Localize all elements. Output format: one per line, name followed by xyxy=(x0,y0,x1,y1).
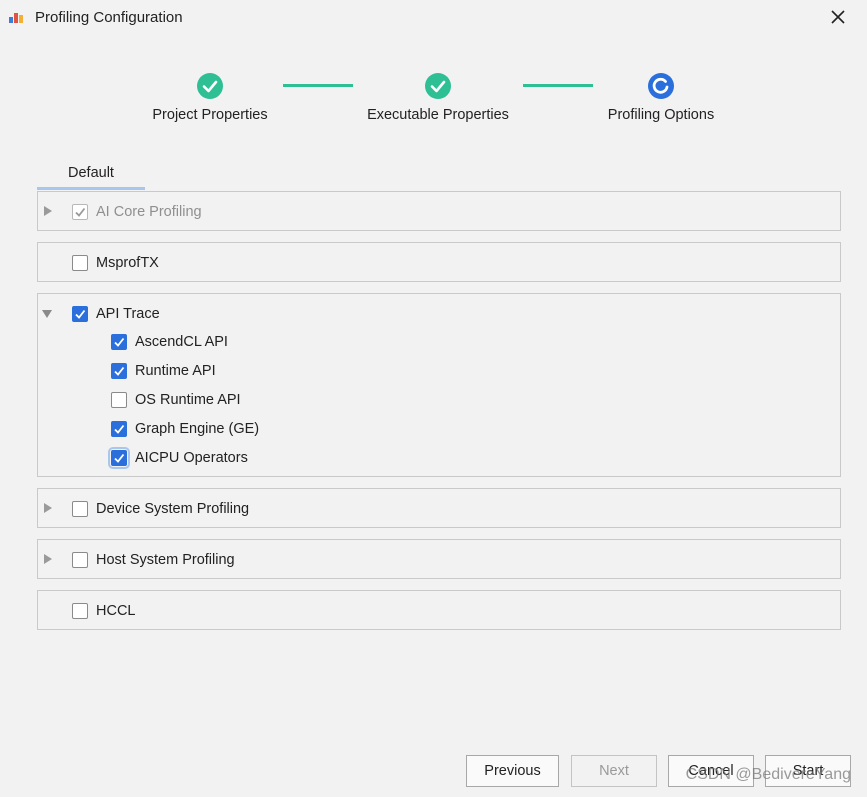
tab-default[interactable]: Default xyxy=(37,158,145,190)
step-label: Executable Properties xyxy=(367,107,509,123)
checkbox[interactable] xyxy=(72,552,88,568)
panel-hccl: HCCL xyxy=(37,590,841,630)
checkbox[interactable] xyxy=(111,392,127,408)
checkbox[interactable] xyxy=(72,501,88,517)
check-icon xyxy=(114,337,125,347)
checkbox[interactable] xyxy=(108,447,130,469)
close-button[interactable] xyxy=(827,6,849,28)
checkbox[interactable] xyxy=(111,421,127,437)
option-label: MsprofTX xyxy=(96,255,159,271)
checkbox[interactable] xyxy=(72,255,88,271)
step-connector xyxy=(523,84,593,87)
panel-host-system-profiling: Host System Profiling xyxy=(37,539,841,579)
option-label: API Trace xyxy=(96,306,160,322)
panel-api-trace: API Trace AscendCL API Runtime API OS Ru… xyxy=(37,293,841,477)
option-label: AICPU Operators xyxy=(135,450,248,466)
panel-device-system-profiling: Device System Profiling xyxy=(37,488,841,528)
option-label: Device System Profiling xyxy=(96,501,250,517)
checkbox[interactable] xyxy=(72,306,88,322)
next-button[interactable]: Next xyxy=(571,755,657,787)
check-icon xyxy=(75,309,86,319)
previous-button[interactable]: Previous xyxy=(466,755,559,787)
step-label: Profiling Options xyxy=(607,107,715,123)
cancel-button[interactable]: Cancel xyxy=(668,755,754,787)
option-msproftx[interactable]: MsprofTX xyxy=(72,252,159,274)
option-ascendcl-api[interactable]: AscendCL API xyxy=(111,331,228,353)
close-icon xyxy=(831,10,845,24)
start-button[interactable]: Start xyxy=(765,755,851,787)
option-label: AscendCL API xyxy=(135,334,228,350)
tab-bar: Default xyxy=(37,158,841,190)
option-api-trace[interactable]: API Trace xyxy=(72,303,160,325)
check-circle-icon xyxy=(425,73,451,99)
triangle-right-icon[interactable] xyxy=(42,502,54,514)
option-hccl[interactable]: HCCL xyxy=(72,600,135,622)
triangle-right-icon[interactable] xyxy=(42,205,54,217)
check-icon xyxy=(114,453,125,463)
option-aicpu-operators[interactable]: AICPU Operators xyxy=(108,447,248,469)
checkbox[interactable] xyxy=(72,603,88,619)
chart-app-icon xyxy=(9,13,23,23)
triangle-down-icon[interactable] xyxy=(41,308,53,320)
panel-msproftx: MsprofTX xyxy=(37,242,841,282)
option-ai-core-profiling[interactable]: AI Core Profiling xyxy=(72,201,202,223)
triangle-right-icon[interactable] xyxy=(42,553,54,565)
check-icon xyxy=(75,207,86,217)
check-circle-icon xyxy=(197,73,223,99)
step-label: Project Properties xyxy=(152,107,268,123)
option-os-runtime-api[interactable]: OS Runtime API xyxy=(111,389,241,411)
option-graph-engine[interactable]: Graph Engine (GE) xyxy=(111,418,259,440)
option-host-system-profiling[interactable]: Host System Profiling xyxy=(72,549,235,571)
progress-circle-icon xyxy=(648,73,674,99)
checkbox[interactable] xyxy=(111,334,127,350)
option-runtime-api[interactable]: Runtime API xyxy=(111,360,216,382)
window-title: Profiling Configuration xyxy=(35,9,183,26)
option-label: Host System Profiling xyxy=(96,552,235,568)
option-label: Runtime API xyxy=(135,363,216,379)
option-label: OS Runtime API xyxy=(135,392,241,408)
option-label: HCCL xyxy=(96,603,136,619)
check-icon xyxy=(114,366,125,376)
check-icon xyxy=(114,424,125,434)
title-bar: Profiling Configuration xyxy=(0,0,867,36)
step-connector xyxy=(283,84,353,87)
wizard-stepper: Project Properties Executable Properties… xyxy=(0,70,867,130)
option-device-system-profiling[interactable]: Device System Profiling xyxy=(72,498,249,520)
checkbox[interactable] xyxy=(72,204,88,220)
option-label: Graph Engine (GE) xyxy=(135,421,260,437)
panel-ai-core-profiling: AI Core Profiling xyxy=(37,191,841,231)
checkbox[interactable] xyxy=(111,363,127,379)
option-label: AI Core Profiling xyxy=(96,204,202,220)
